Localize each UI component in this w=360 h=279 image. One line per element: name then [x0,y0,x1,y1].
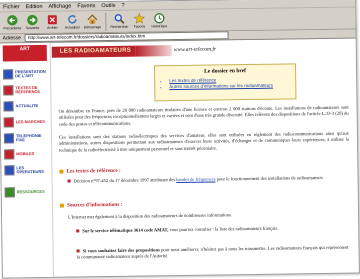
forward-label: Suivante [25,25,40,31]
dossier-box: Le dossier en bref Les textes de référen… [153,63,297,102]
menu-tools[interactable]: Outils [101,2,115,10]
favorites-icon [133,12,145,24]
sidebar-item-marches[interactable]: LES MARCHES [3,115,48,130]
page-banner: LES RADIOAMATEURS [51,45,136,58]
sources-item-1-bold: Sur le service télématique 3614 code AMA… [82,227,169,234]
sidebar-item-label: ACTUALITE [15,102,39,109]
sidebar-item-ressources[interactable]: RESSOURCES [4,185,49,200]
sidebar-item-label: TELEPHONIE FIXE [15,132,42,143]
section-sources-label: Sources d'informations : [66,201,123,209]
actualite-thumb-icon [3,101,14,112]
references-link[interactable]: bandes de fréquences [176,176,215,182]
back-label: Précédente [3,26,22,31]
section-references-title: Les textes de référence : [59,167,121,175]
search-label: Rechercher [110,24,129,29]
favorites-button[interactable]: Favoris [130,10,148,32]
sources-item-2-bold: Si vous souhaitez faire des propositions [82,247,160,254]
section-bullet-icon [59,203,64,208]
home-icon [87,14,98,24]
section-references-text: Décision n°97-452 du 17 décembre 1997 at… [67,174,348,185]
sources-intro: L'Internet met également à la dispositio… [68,212,232,220]
refresh-icon [68,14,77,24]
history-label: Historique [151,24,168,29]
dossier-links: Les textes de référence Autres sources d… [155,76,295,90]
references-text-post: pour le fonctionnement des installations… [215,174,323,182]
history-button[interactable]: Historique [150,10,168,32]
banner-gradient [135,45,172,57]
favorites-label: Favoris [133,24,146,29]
section-bullet-icon [59,169,64,174]
back-arrow-icon [7,15,18,26]
mobiles-thumb-icon [4,149,15,160]
refresh-label: Actualiser [64,25,81,30]
sidebar-item-label: LES OPERATEURS [16,164,44,175]
home-button[interactable]: Démarrage [83,11,101,33]
telephonie-thumb-icon [3,133,15,144]
menu-help[interactable]: ? [121,2,124,10]
presentation-thumb-icon [3,69,14,80]
textes-thumb-icon [3,85,14,96]
sidebar-item-telephonie[interactable]: TELEPHONIE FIXE [3,131,48,146]
sidebar-item-label: TEXTES DE REFERENCE [15,84,41,95]
main-content: LES RADIOAMATEURS www.art-telecom.fr Le … [50,39,359,279]
references-text-pre: Décision n°97-452 du 17 décembre 1997 at… [73,177,177,184]
sidebar-item-textes[interactable]: TEXTES DE REFERENCE [3,83,47,98]
sources-item-1-rest: vous pourrez consulter : la liste des ra… [168,225,279,233]
toolbar-separator [105,13,107,32]
section-references-label: Les textes de référence : [66,167,121,175]
search-button[interactable]: Rechercher [110,11,129,33]
sidebar-item-actualite[interactable]: ACTUALITE [3,99,47,114]
forward-arrow-icon [27,14,38,26]
sidebar-item-operateurs[interactable]: LES OPERATEURS [4,163,48,178]
section-sources-title: Sources d'informations : [59,201,123,209]
dossier-link[interactable]: Autres sources d'informations sur les ra… [169,82,295,90]
menu-edit[interactable]: Edition [26,3,43,11]
menu-view[interactable]: Affichage [48,2,71,10]
sources-item-1: Sur le service télématique 3614 code AMA… [76,225,348,235]
site-logo-text: ART [19,46,30,53]
ressources-thumb-icon [4,187,15,198]
list-bullet-icon [76,249,80,253]
site-logo[interactable]: ART [2,44,47,62]
menu-file[interactable]: Fichier [3,3,20,11]
stop-icon [47,15,57,25]
intro-paragraph: On dénombre en France, près de 20 000 ra… [58,104,349,127]
site-url: www.art-telecom.fr [173,46,217,54]
stop-label: Arrêter [47,25,58,30]
sidebar-item-label: LES MARCHES [15,118,45,125]
sidebar-item-label: PRESENTATION DE L'ART [15,68,46,79]
history-icon [154,13,165,24]
operateurs-thumb-icon [4,165,15,176]
sources-item-2: Si vous souhaitez faire des propositions… [76,245,349,261]
sidebar-item-mobiles[interactable]: MOBILES [4,147,48,162]
dossier-title: Le dossier en bref [204,68,247,75]
list-bullet-icon [67,179,71,183]
sidebar-item-label: MOBILES [16,150,35,157]
home-label: Démarrage [83,25,102,30]
stop-button[interactable]: Arrêter [43,12,61,34]
back-button[interactable]: Précédente [3,12,21,34]
forward-button[interactable]: Suivante [23,12,41,34]
marches-thumb-icon [3,117,14,128]
browser-window: Fichier Edition Affichage Favoris Outils… [0,0,360,279]
site-sidebar: ART PRESENTATION DE L'ART TEXTES DE REFE… [0,42,54,279]
menu-favorites[interactable]: Favoris [77,2,95,10]
refresh-button[interactable]: Actualiser [63,11,81,33]
address-label: Adresse [2,35,21,42]
sidebar-item-label: RESSOURCES [16,188,45,195]
list-bullet-icon [76,229,80,233]
sidebar-item-presentation[interactable]: PRESENTATION DE L'ART [3,67,47,82]
search-icon [114,14,125,24]
second-paragraph: Ces installations sont des stations radi… [58,130,350,153]
